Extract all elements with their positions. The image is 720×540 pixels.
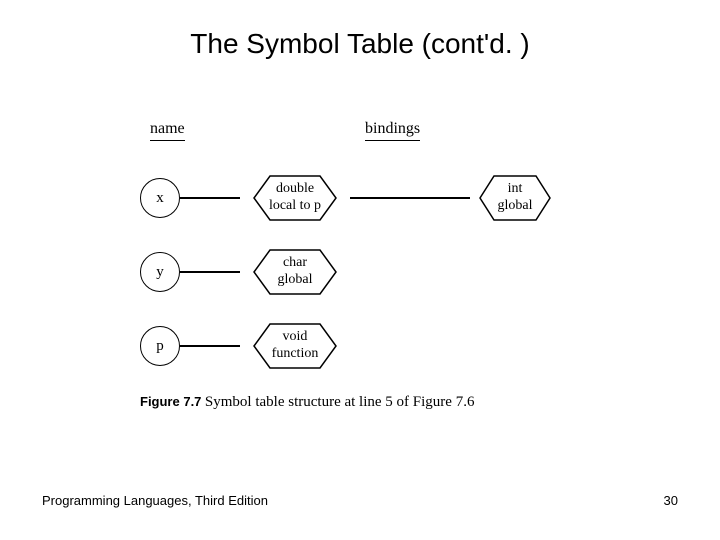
symbol-node: x <box>140 178 180 218</box>
column-headers: name bindings <box>140 120 600 150</box>
symbol-node: y <box>140 252 180 292</box>
binding-type: char <box>278 255 313 272</box>
edge <box>350 197 470 199</box>
binding-node: void function <box>240 322 350 370</box>
binding-scope: global <box>278 272 313 289</box>
symbol-label: p <box>156 338 164 355</box>
symbol-row: p void function <box>140 318 600 374</box>
header-bindings: bindings <box>365 120 420 141</box>
edge <box>180 197 240 199</box>
footer-page-number: 30 <box>664 493 678 508</box>
symbol-node: p <box>140 326 180 366</box>
symbol-table-diagram: name bindings x double local to p int gl… <box>140 120 600 411</box>
binding-type: double <box>269 181 321 198</box>
binding-scope: global <box>498 198 533 215</box>
figure-label: Figure 7.7 <box>140 394 201 409</box>
header-name: name <box>150 120 185 141</box>
symbol-label: x <box>156 190 164 207</box>
binding-node: double local to p <box>240 174 350 222</box>
binding-scope: local to p <box>269 198 321 215</box>
symbol-label: y <box>156 264 164 281</box>
footer-book-title: Programming Languages, Third Edition <box>42 493 268 508</box>
edge <box>180 345 240 347</box>
symbol-row: x double local to p int global <box>140 170 600 226</box>
edge <box>180 271 240 273</box>
binding-scope: function <box>272 346 319 363</box>
binding-node: int global <box>470 174 560 222</box>
symbol-row: y char global <box>140 244 600 300</box>
figure-text: Symbol table structure at line 5 of Figu… <box>205 394 475 410</box>
slide-title: The Symbol Table (cont'd. ) <box>0 28 720 60</box>
figure-caption: Figure 7.7 Symbol table structure at lin… <box>140 394 600 411</box>
binding-type: void <box>272 329 319 346</box>
binding-type: int <box>498 181 533 198</box>
binding-node: char global <box>240 248 350 296</box>
